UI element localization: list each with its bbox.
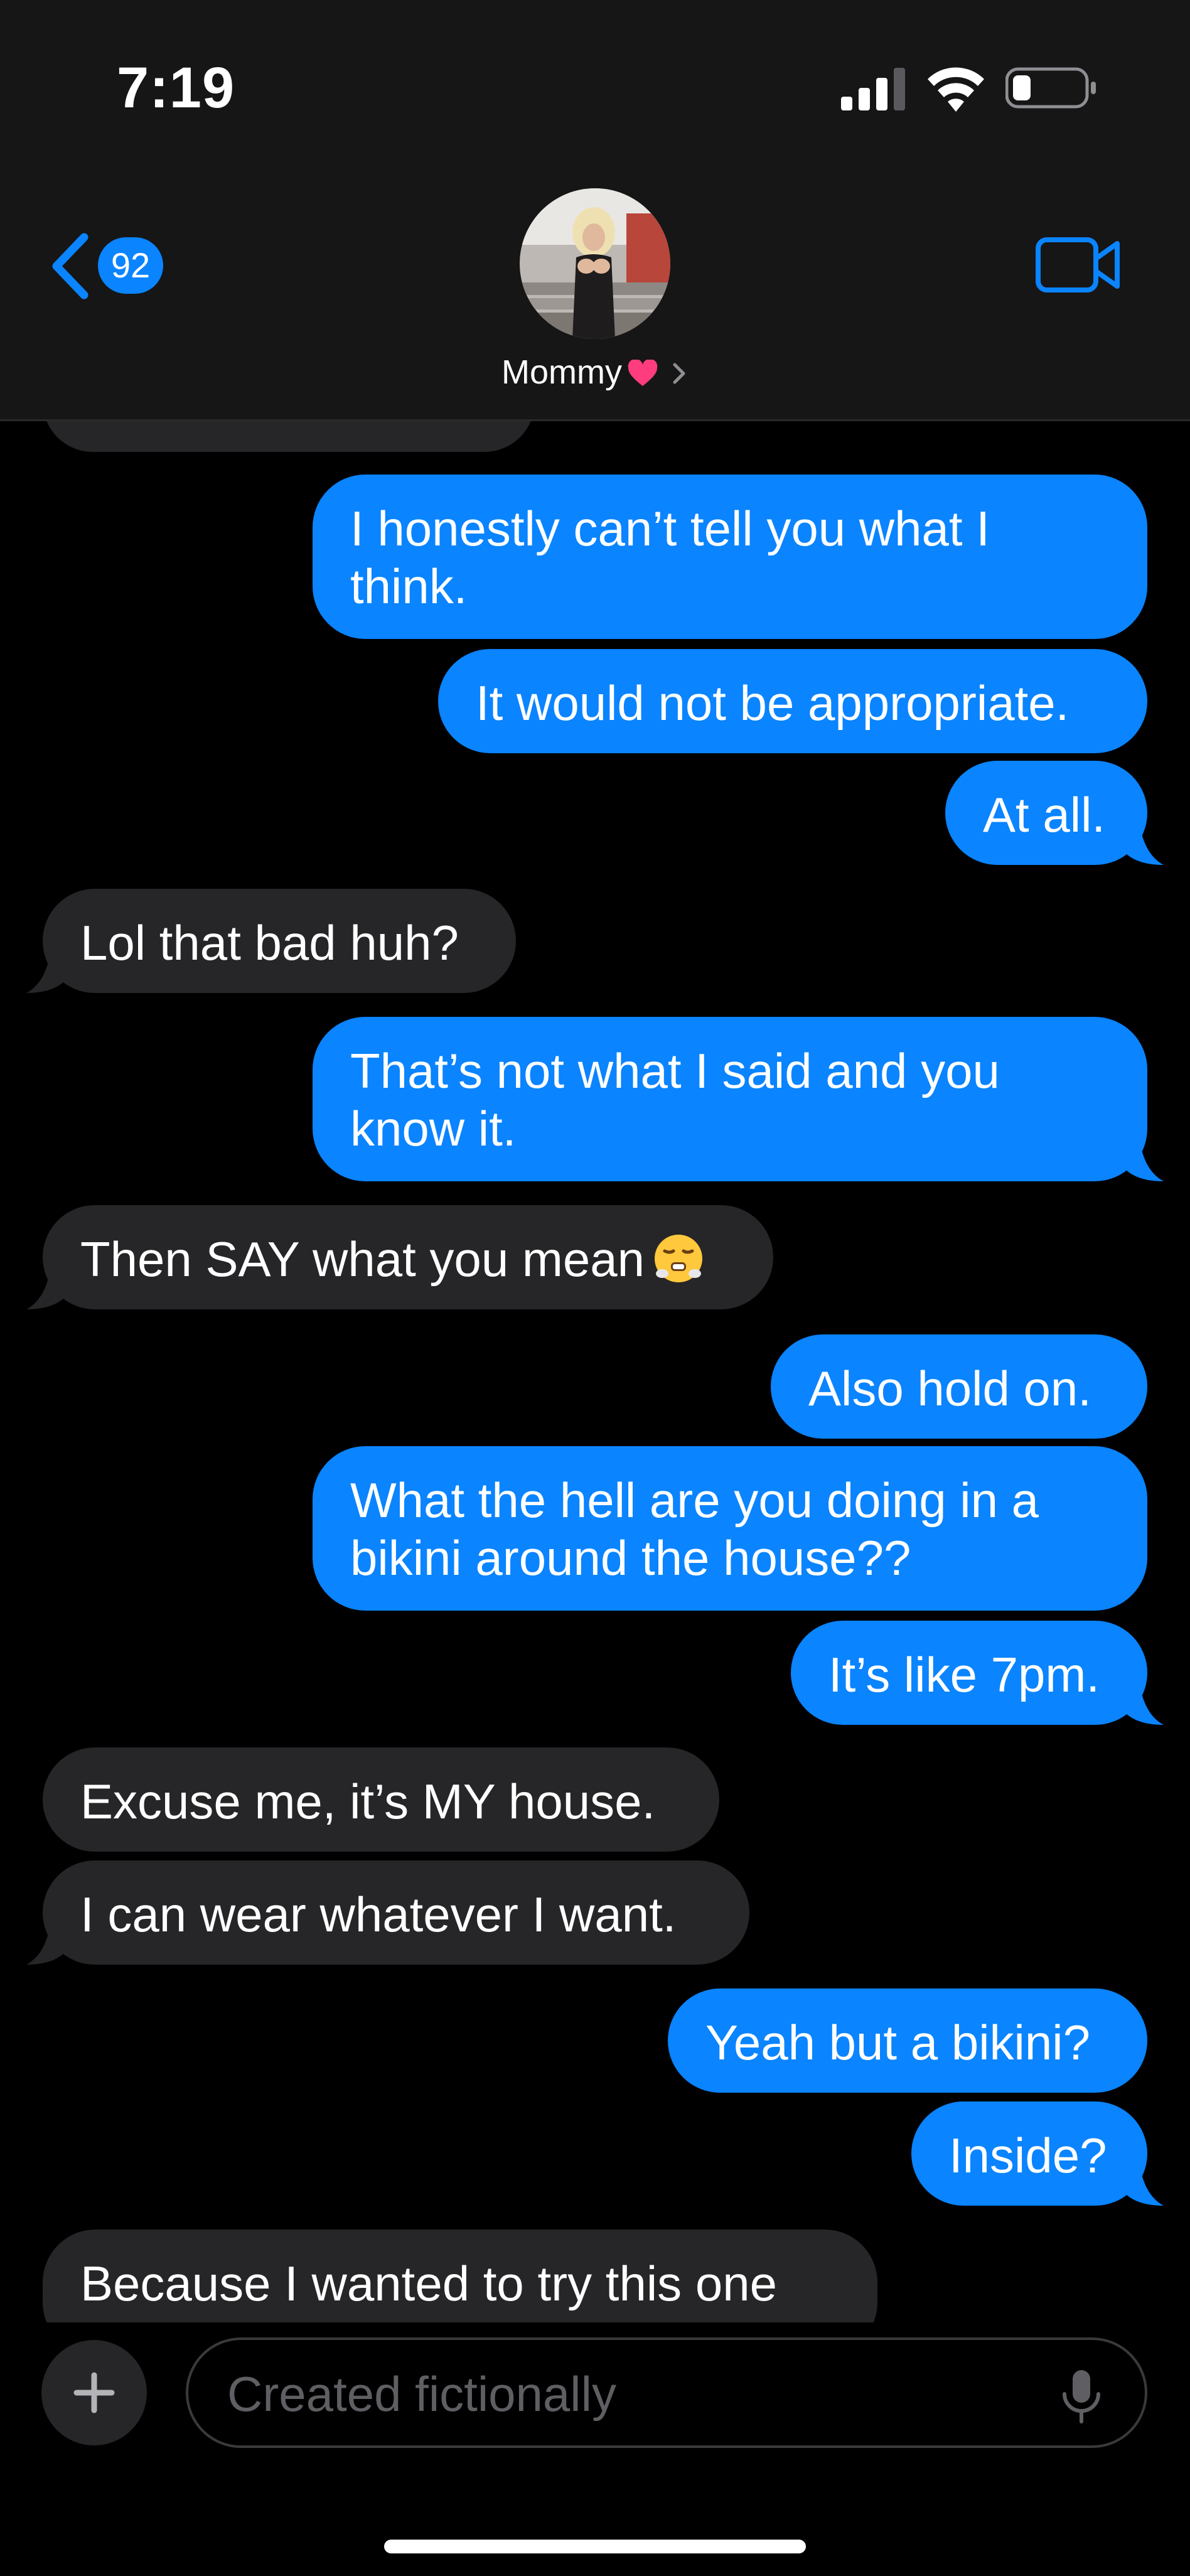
message-text-row: Then SAY what you mean bbox=[80, 1230, 736, 1288]
message-input[interactable] bbox=[226, 2365, 1044, 2423]
plus-icon bbox=[73, 2372, 115, 2413]
back-chevron-icon bbox=[52, 233, 88, 299]
message-text: At all. bbox=[983, 787, 1106, 842]
heart-icon bbox=[628, 360, 658, 386]
message-text: Because I wanted to try this one bbox=[80, 2256, 777, 2311]
add-attachment-button[interactable] bbox=[41, 2340, 147, 2445]
message-text: I honestly can’t tell you what I bbox=[350, 501, 990, 556]
conversation-header: 7:19 92 Mommy bbox=[0, 0, 1190, 421]
message-bubble-sent[interactable]: Also hold on. bbox=[771, 1334, 1147, 1439]
message-text: know it. bbox=[350, 1101, 517, 1156]
message-bubble-received[interactable]: Excuse me, it’s MY house. bbox=[43, 1747, 719, 1852]
wifi-icon bbox=[928, 67, 984, 112]
message-bubble-sent[interactable]: What the hell are you doing in a bikini … bbox=[313, 1446, 1147, 1611]
message-text: Yeah but a bikini? bbox=[705, 2015, 1090, 2070]
contact-name-row[interactable]: Mommy bbox=[0, 353, 1190, 392]
message-text: That’s not what I said and you bbox=[350, 1043, 1000, 1098]
home-indicator[interactable] bbox=[384, 2540, 806, 2553]
message-text: It’s like 7pm. bbox=[828, 1647, 1100, 1702]
message-bubble-received[interactable]: Then SAY what you mean bbox=[43, 1205, 773, 1309]
bubble-tail bbox=[1123, 1132, 1164, 1181]
message-text: Then SAY what you mean bbox=[80, 1232, 645, 1287]
message-text: Inside? bbox=[949, 2128, 1107, 2183]
bubble-tail bbox=[1123, 816, 1164, 865]
message-bubble-sent[interactable]: At all. bbox=[945, 761, 1147, 865]
status-time: 7:19 bbox=[117, 56, 235, 120]
message-text: I can wear whatever I want. bbox=[80, 1887, 677, 1942]
unread-count-badge: 92 bbox=[98, 237, 163, 294]
message-input-container bbox=[186, 2337, 1147, 2448]
message-bubble-sent[interactable]: It would not be appropriate. bbox=[438, 649, 1147, 753]
signal-icon bbox=[841, 68, 905, 110]
message-bubble-sent[interactable]: That’s not what I said and you know it. bbox=[313, 1017, 1147, 1181]
battery-icon bbox=[1005, 67, 1096, 109]
contact-avatar[interactable] bbox=[520, 188, 670, 339]
contact-name: Mommy bbox=[501, 353, 622, 391]
message-bubble-received[interactable]: Lol that bad huh? bbox=[43, 889, 516, 993]
bubble-tail bbox=[1123, 2157, 1164, 2206]
message-bubble-received[interactable]: I can wear whatever I want. bbox=[43, 1860, 749, 1965]
message-bubble-sent[interactable]: Yeah but a bikini? bbox=[668, 1988, 1147, 2093]
message-bubble-sent[interactable]: It’s like 7pm. bbox=[791, 1621, 1147, 1725]
message-bubble-sent[interactable]: Inside? bbox=[911, 2101, 1147, 2206]
video-call-icon[interactable] bbox=[1036, 236, 1121, 294]
message-bubble-sent[interactable]: I honestly can’t tell you what I think. bbox=[313, 475, 1147, 639]
microphone-icon[interactable] bbox=[1059, 2368, 1103, 2425]
message-text: Lol that bad huh? bbox=[80, 915, 459, 970]
message-text: think. bbox=[350, 559, 468, 614]
message-text: Excuse me, it’s MY house. bbox=[80, 1774, 656, 1829]
message-text: bikini around the house?? bbox=[350, 1530, 911, 1586]
message-text: It would not be appropriate. bbox=[476, 675, 1069, 731]
bubble-tail bbox=[26, 1916, 67, 1965]
avatar-photo bbox=[520, 188, 670, 339]
back-button[interactable]: 92 bbox=[48, 228, 173, 304]
message-text: Also hold on. bbox=[808, 1361, 1091, 1416]
bubble-tail bbox=[26, 944, 67, 993]
bubble-tail bbox=[26, 1260, 67, 1309]
bubble-tail bbox=[1123, 1676, 1164, 1725]
huffing-face-emoji-icon bbox=[654, 1235, 702, 1282]
chevron-right-icon bbox=[673, 363, 685, 384]
message-text: What the hell are you doing in a bbox=[350, 1473, 1039, 1528]
